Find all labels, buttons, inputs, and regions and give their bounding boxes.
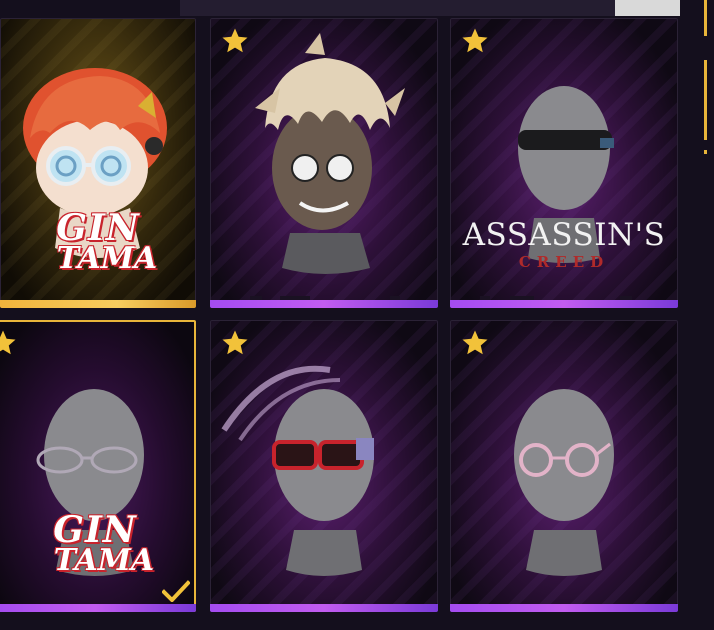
assassins-creed-logo-main: ASSASSIN'S — [462, 217, 666, 253]
rarity-bar — [450, 604, 678, 612]
gintama-logo: GIN TAMA — [0, 210, 196, 274]
top-scroll-thumb[interactable] — [615, 0, 680, 16]
item-tile-oval-glasses[interactable]: GIN TAMA — [0, 320, 196, 612]
mannequin-head-figure — [514, 389, 614, 576]
item-tile-spiky-hair-mask[interactable] — [210, 18, 438, 308]
assassins-creed-logo: ASSASSIN'S CREED — [450, 217, 678, 272]
item-tile-round-pink-glasses[interactable] — [450, 320, 678, 612]
rarity-bar — [210, 604, 438, 612]
item-tile-red-visor-glasses[interactable] — [210, 320, 438, 612]
top-scroll-bar[interactable] — [180, 0, 615, 16]
mannequin-head-figure — [221, 365, 374, 576]
item-tile-gintama-character[interactable]: GIN TAMA — [0, 18, 196, 308]
rarity-bar — [0, 604, 196, 612]
edge-marks — [700, 0, 714, 630]
assassins-creed-logo-sub: CREED — [518, 253, 610, 271]
rarity-bar — [210, 296, 438, 308]
check-icon — [162, 580, 190, 602]
rarity-bar — [0, 300, 196, 308]
gintama-logo: GIN TAMA — [0, 512, 196, 576]
spiky-hair-mask-figure — [255, 33, 405, 274]
item-tile-blindfold[interactable]: ASSASSIN'S CREED — [450, 18, 678, 308]
rarity-bar — [450, 296, 678, 308]
gintama-logo-line2: TAMA — [53, 543, 155, 578]
gintama-logo-line2: TAMA — [56, 241, 158, 276]
